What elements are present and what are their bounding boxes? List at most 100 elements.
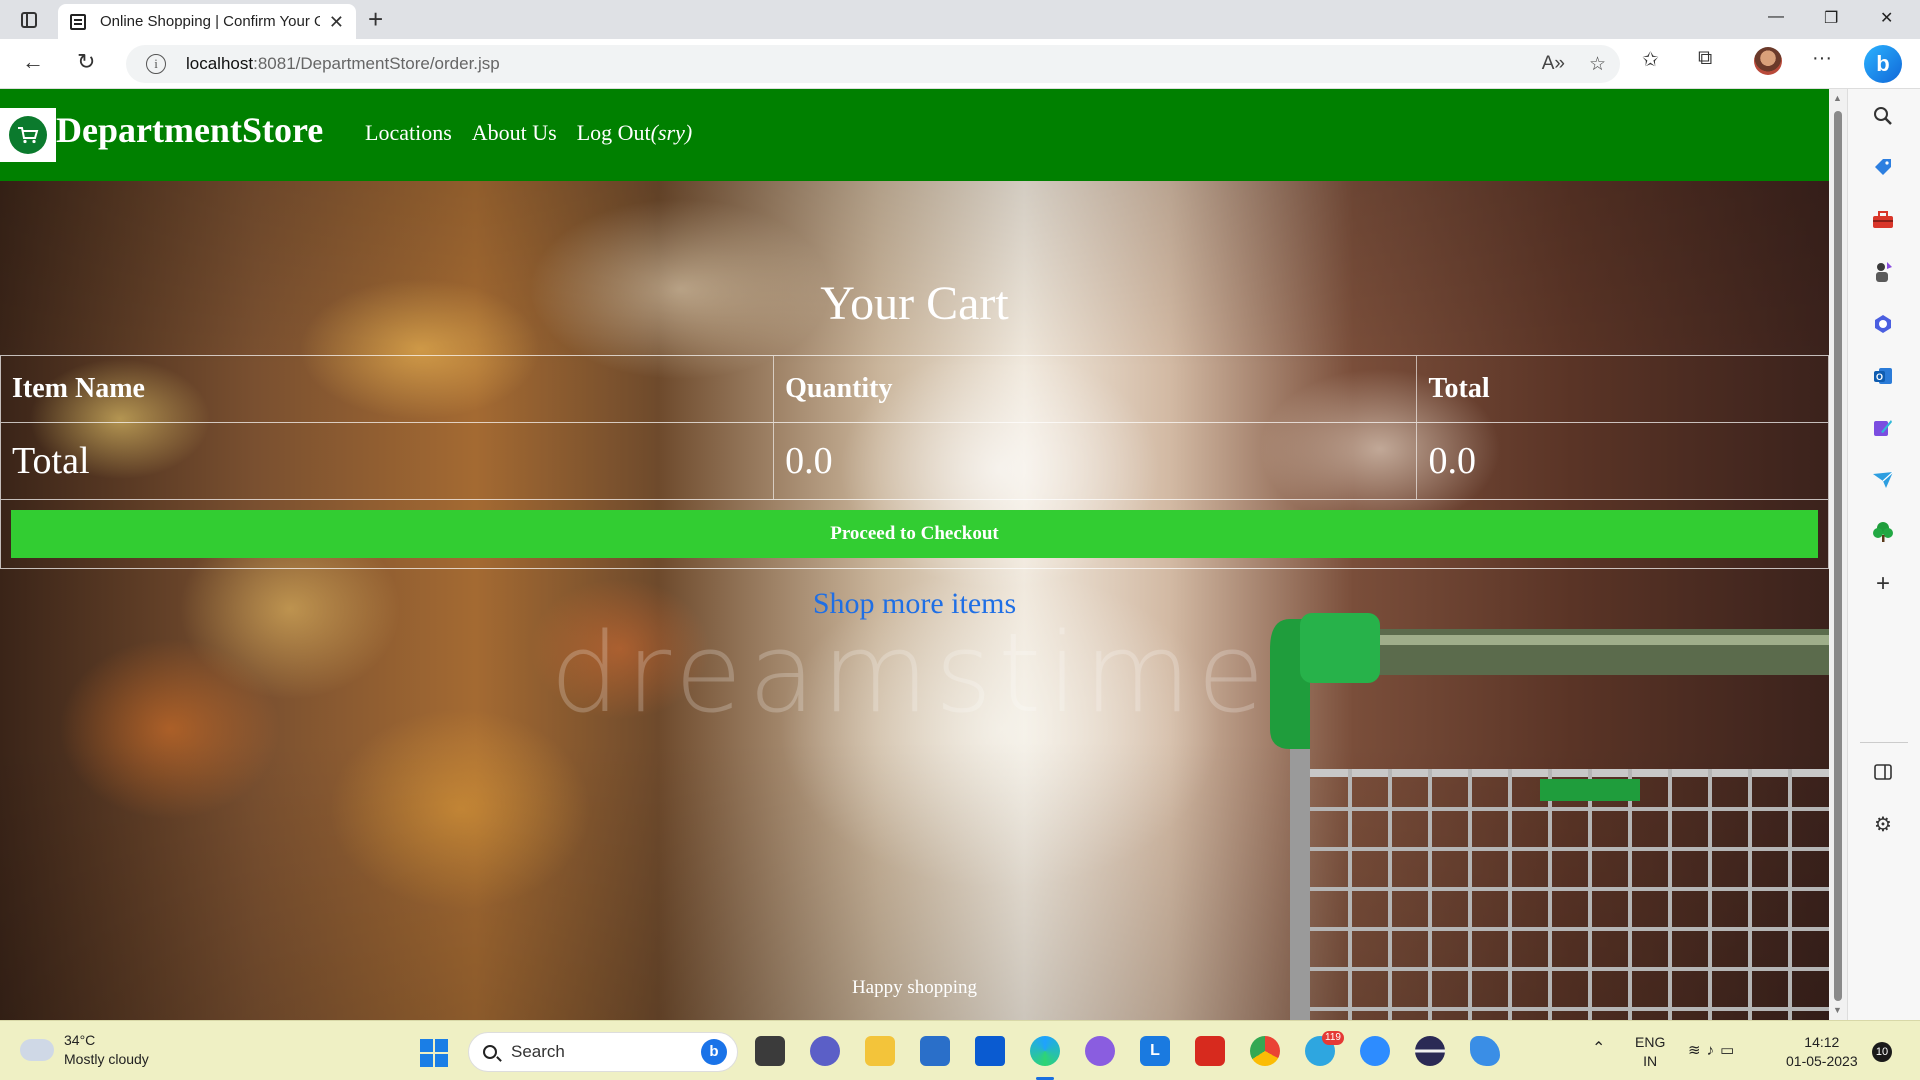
eclipse-icon[interactable]	[1415, 1036, 1445, 1066]
teams-chat-icon[interactable]	[810, 1036, 840, 1066]
svg-text:O: O	[1876, 372, 1883, 382]
scroll-up-icon[interactable]: ▲	[1833, 93, 1842, 103]
bing-icon[interactable]: b	[1864, 45, 1902, 83]
temperature: 34°C	[64, 1032, 96, 1048]
show-hidden-icons[interactable]: ⌃	[1592, 1039, 1605, 1058]
games-icon[interactable]	[1870, 259, 1896, 285]
cart-table: Item Name Quantity Total Total 0.0 0.0 P…	[0, 355, 1829, 569]
table-total-row: Total 0.0 0.0	[1, 423, 1828, 500]
weather-condition: Mostly cloudy	[64, 1051, 149, 1067]
read-aloud-icon[interactable]: A»	[1542, 53, 1565, 76]
url-text[interactable]: localhost:8081/DepartmentStore/order.jsp	[186, 54, 500, 74]
tag-icon[interactable]	[1870, 155, 1896, 181]
browser-tab-active[interactable]: Online Shopping | Confirm Your Order ✕	[58, 4, 356, 39]
copilot-taskbar-icon[interactable]	[1085, 1036, 1115, 1066]
file-explorer-icon[interactable]	[865, 1036, 895, 1066]
column-header-item-name: Item Name	[1, 356, 775, 422]
address-bar[interactable]: i localhost:8081/DepartmentStore/order.j…	[126, 45, 1620, 83]
bing-search-icon[interactable]: b	[701, 1039, 727, 1065]
mcafee-icon[interactable]	[1195, 1036, 1225, 1066]
edge-sidebar: O + ⚙	[1847, 89, 1920, 1020]
page-favicon	[70, 13, 86, 30]
column-header-quantity: Quantity	[774, 356, 1418, 422]
notification-count[interactable]: 10	[1872, 1042, 1892, 1062]
tab-title: Online Shopping | Confirm Your Order	[100, 13, 320, 30]
tree-icon[interactable]	[1870, 519, 1896, 545]
page-title: Your Cart	[820, 277, 1009, 330]
total-label: Total	[1, 423, 775, 499]
total-quantity: 0.0	[774, 423, 1418, 499]
clock-time: 14:12	[1804, 1034, 1840, 1050]
tab-close-icon[interactable]: ✕	[329, 12, 344, 33]
clock-date: 01-05-2023	[1786, 1053, 1858, 1069]
zoom-icon[interactable]	[1360, 1036, 1390, 1066]
language-indicator[interactable]: ENG IN	[1635, 1033, 1665, 1071]
outlook-icon[interactable]: O	[1870, 363, 1896, 389]
minimize-icon[interactable]: —	[1768, 8, 1784, 26]
column-header-total: Total	[1428, 373, 1490, 404]
taskbar-search-label: Search	[511, 1042, 565, 1061]
search-icon[interactable]	[1870, 103, 1896, 129]
windows-start-icon[interactable]	[420, 1039, 448, 1067]
task-view-icon[interactable]	[755, 1036, 785, 1066]
sidebar-toggle-icon[interactable]	[1870, 759, 1896, 785]
refresh-icon[interactable]: ↻	[77, 49, 95, 75]
proceed-to-checkout-button[interactable]: Proceed to Checkout	[11, 510, 1818, 558]
nav-logout-suffix: (sry)	[650, 120, 693, 145]
shop-more-link-text[interactable]: Shop more items	[813, 587, 1016, 620]
collections-icon[interactable]: ⧉	[1698, 47, 1712, 70]
mysql-icon[interactable]	[1470, 1036, 1500, 1066]
shopping-cart-image	[1270, 613, 1829, 1020]
add-favorite-icon[interactable]: ☆	[1589, 53, 1606, 76]
page-scrollbar[interactable]: ▲ ▼	[1829, 89, 1847, 1020]
add-icon[interactable]: +	[1870, 570, 1896, 597]
l-app-icon[interactable]: L	[1140, 1036, 1170, 1066]
network-volume-battery-icons[interactable]: ≋♪▭	[1688, 1041, 1740, 1060]
telegram-badge: 119	[1322, 1031, 1344, 1045]
shop-more-link: Shop more items	[0, 587, 1829, 621]
restore-icon[interactable]: ❐	[1824, 8, 1838, 28]
tab-actions-icon[interactable]	[14, 8, 44, 32]
browser-titlebar: Online Shopping | Confirm Your Order ✕ +…	[0, 0, 1920, 39]
table-header-row: Item Name Quantity Total	[1, 356, 1828, 423]
brand-name[interactable]: DepartmentStore	[56, 109, 323, 151]
nav-locations[interactable]: Locations	[365, 120, 452, 146]
designer-icon[interactable]	[1870, 415, 1896, 441]
more-icon[interactable]: ···	[1812, 47, 1832, 70]
language-line1: ENG	[1635, 1034, 1666, 1050]
scrollbar-thumb[interactable]	[1834, 111, 1842, 1001]
site-navbar: DepartmentStore Locations About Us Log O…	[0, 89, 1829, 181]
nav-logout[interactable]: Log Out(sry)	[577, 120, 693, 146]
edge-icon[interactable]	[1030, 1036, 1060, 1066]
toolbox-icon[interactable]	[1870, 207, 1896, 233]
back-icon[interactable]: ←	[22, 49, 44, 75]
copilot-icon[interactable]	[1870, 311, 1896, 337]
cart-logo-icon	[9, 116, 47, 154]
chrome-icon[interactable]	[1250, 1036, 1280, 1066]
language-line2: IN	[1643, 1053, 1658, 1069]
favorites-icon[interactable]: ✩	[1642, 47, 1659, 72]
taskbar-search[interactable]: Search b	[468, 1032, 738, 1072]
clock[interactable]: 14:12 01-05-2023	[1786, 1033, 1858, 1071]
browser-toolbar: ← ↻ i localhost:8081/DepartmentStore/ord…	[0, 39, 1920, 89]
windows-taskbar: 34°C Mostly cloudy Search b L 119 ⌃ ENG …	[0, 1020, 1920, 1080]
store-icon[interactable]	[920, 1036, 950, 1066]
cortana-icon[interactable]	[975, 1036, 1005, 1066]
settings-icon[interactable]: ⚙	[1870, 811, 1896, 837]
weather-widget[interactable]: 34°C Mostly cloudy	[16, 1031, 149, 1069]
profile-avatar[interactable]	[1754, 47, 1782, 75]
weather-cloud-icon	[16, 1031, 54, 1061]
site-logo[interactable]	[0, 108, 56, 162]
new-tab-button[interactable]: +	[368, 4, 383, 35]
nav-logout-label: Log Out	[576, 120, 651, 145]
info-icon[interactable]: i	[146, 54, 166, 74]
send-icon[interactable]	[1870, 467, 1896, 493]
page-viewport: dreamstime DepartmentStore Locations Abo…	[0, 89, 1829, 1020]
taskbar-search-icon	[483, 1045, 497, 1059]
nav-about-us[interactable]: About Us	[472, 120, 557, 146]
total-amount: 0.0	[1428, 440, 1476, 482]
window-close-icon[interactable]: ✕	[1880, 8, 1893, 28]
scroll-down-icon[interactable]: ▼	[1833, 1005, 1842, 1015]
footer-text: Happy shopping	[851, 977, 978, 998]
watermark: dreamstime	[550, 609, 1271, 737]
